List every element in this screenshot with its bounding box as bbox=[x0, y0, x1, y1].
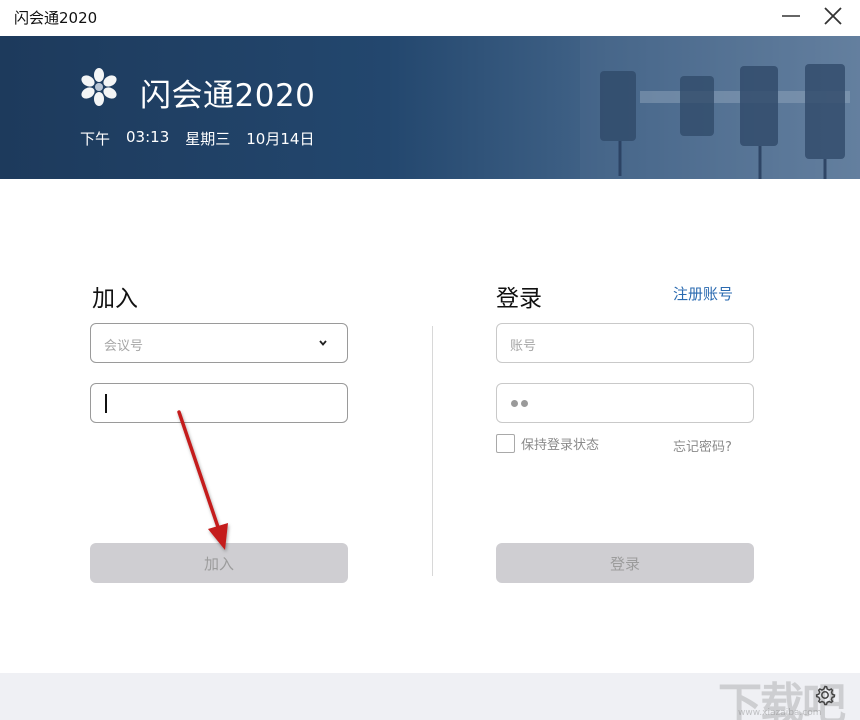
remember-login-label: 保持登录状态 bbox=[521, 438, 600, 453]
password-dots bbox=[511, 400, 528, 407]
meeting-room-illustration bbox=[580, 36, 860, 179]
login-button[interactable]: 登录 bbox=[496, 543, 754, 583]
account-placeholder: 账号 bbox=[510, 339, 537, 354]
meeting-number-placeholder: 会议号 bbox=[104, 339, 144, 354]
window-title: 闪会通2020 bbox=[14, 9, 98, 27]
date: 10月14日 bbox=[246, 130, 315, 148]
meeting-number-select[interactable]: 会议号 bbox=[90, 323, 348, 363]
panel-divider bbox=[432, 326, 433, 576]
datetime: 下午 03:13 星期三 10月14日 bbox=[80, 128, 314, 149]
ampm: 下午 bbox=[80, 130, 111, 148]
forgot-password-link[interactable]: 忘记密码? bbox=[673, 436, 732, 455]
title-bar: 闪会通2020 bbox=[0, 0, 860, 36]
close-icon bbox=[824, 7, 842, 25]
gear-icon[interactable] bbox=[814, 684, 836, 706]
join-title: 加入 bbox=[92, 286, 138, 312]
login-title: 登录 bbox=[496, 286, 542, 312]
watermark-url: www.xiazaiba.com bbox=[738, 708, 822, 718]
account-input[interactable]: 账号 bbox=[496, 323, 754, 363]
weekday: 星期三 bbox=[185, 130, 231, 148]
close-button[interactable] bbox=[818, 4, 848, 30]
checkbox-box[interactable] bbox=[496, 434, 515, 453]
clock-time: 03:13 bbox=[126, 128, 170, 146]
minimize-icon bbox=[782, 15, 800, 17]
app-logo-icon bbox=[81, 68, 117, 106]
text-cursor bbox=[105, 394, 107, 413]
password-input[interactable] bbox=[496, 383, 754, 423]
annotation-arrow bbox=[177, 410, 228, 550]
chevron-down-icon[interactable] bbox=[317, 337, 329, 349]
minimize-button[interactable] bbox=[776, 4, 806, 30]
app-name: 闪会通2020 bbox=[140, 78, 316, 114]
register-link[interactable]: 注册账号 bbox=[673, 283, 733, 304]
header-banner: 闪会通2020 下午 03:13 星期三 10月14日 bbox=[0, 36, 860, 179]
remember-login-checkbox[interactable]: 保持登录状态 bbox=[496, 434, 599, 453]
